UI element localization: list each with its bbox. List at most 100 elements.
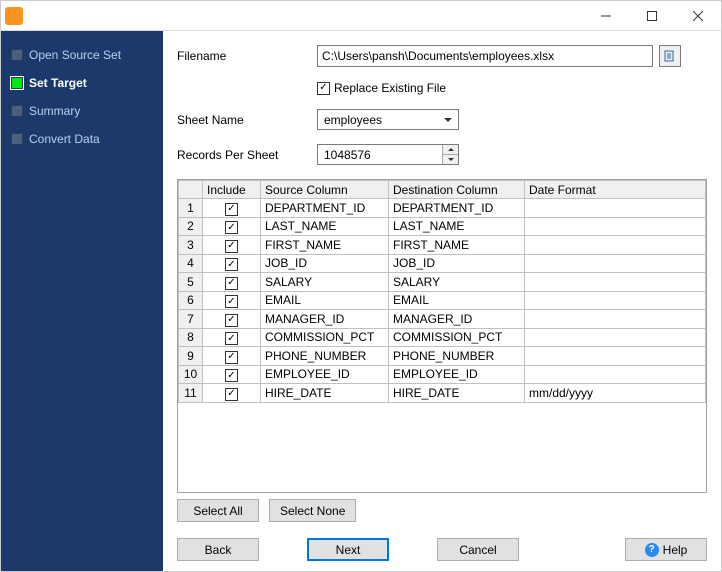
source-column-cell[interactable]: HIRE_DATE [261, 384, 389, 403]
select-none-button[interactable]: Select None [269, 499, 356, 522]
include-cell[interactable] [203, 291, 261, 310]
table-row[interactable]: 11HIRE_DATEHIRE_DATEmm/dd/yyyy [179, 384, 706, 403]
row-number: 8 [179, 328, 203, 347]
include-checkbox[interactable] [225, 369, 238, 382]
spinner-up[interactable] [443, 145, 458, 155]
date-format-cell[interactable] [525, 217, 706, 236]
source-column-cell[interactable]: MANAGER_ID [261, 310, 389, 329]
destination-column-cell[interactable]: HIRE_DATE [389, 384, 525, 403]
spinner-down[interactable] [443, 155, 458, 164]
table-row[interactable]: 9PHONE_NUMBERPHONE_NUMBER [179, 347, 706, 366]
include-cell[interactable] [203, 347, 261, 366]
filename-input[interactable] [317, 45, 653, 67]
date-format-cell[interactable] [525, 236, 706, 255]
include-checkbox[interactable] [225, 240, 238, 253]
source-column-cell[interactable]: SALARY [261, 273, 389, 292]
date-format-cell[interactable] [525, 291, 706, 310]
date-format-cell[interactable] [525, 310, 706, 329]
destination-column-cell[interactable]: FIRST_NAME [389, 236, 525, 255]
destination-column-cell[interactable]: SALARY [389, 273, 525, 292]
grid-corner [179, 181, 203, 199]
date-format-cell[interactable]: mm/dd/yyyy [525, 384, 706, 403]
include-cell[interactable] [203, 365, 261, 384]
destination-column-cell[interactable]: COMMISSION_PCT [389, 328, 525, 347]
nav-item-convert-data[interactable]: Convert Data [11, 125, 163, 153]
include-checkbox[interactable] [225, 295, 238, 308]
row-number: 10 [179, 365, 203, 384]
maximize-button[interactable] [629, 1, 675, 31]
include-checkbox[interactable] [225, 203, 238, 216]
table-row[interactable]: 4JOB_IDJOB_ID [179, 254, 706, 273]
destination-column-cell[interactable]: LAST_NAME [389, 217, 525, 236]
destination-column-cell[interactable]: JOB_ID [389, 254, 525, 273]
minimize-button[interactable] [583, 1, 629, 31]
destination-column-cell[interactable]: EMPLOYEE_ID [389, 365, 525, 384]
table-row[interactable]: 5SALARYSALARY [179, 273, 706, 292]
include-checkbox[interactable] [225, 277, 238, 290]
source-column-cell[interactable]: JOB_ID [261, 254, 389, 273]
include-cell[interactable] [203, 384, 261, 403]
table-row[interactable]: 8 COMMISSION_PCTCOMMISSION_PCT [179, 328, 706, 347]
include-checkbox[interactable] [225, 351, 238, 364]
cancel-button[interactable]: Cancel [437, 538, 519, 561]
include-cell[interactable] [203, 328, 261, 347]
table-row[interactable]: 7MANAGER_IDMANAGER_ID [179, 310, 706, 329]
source-column-cell[interactable]: PHONE_NUMBER [261, 347, 389, 366]
next-button[interactable]: Next [307, 538, 389, 561]
sheet-name-select[interactable]: employees [317, 109, 459, 130]
columns-grid: Include Source Column Destination Column… [177, 179, 707, 493]
date-format-cell[interactable] [525, 347, 706, 366]
row-number: 2 [179, 217, 203, 236]
source-column-cell[interactable]: EMPLOYEE_ID [261, 365, 389, 384]
col-header-date-format[interactable]: Date Format [525, 181, 706, 199]
row-number: 1 [179, 199, 203, 218]
include-cell[interactable] [203, 273, 261, 292]
browse-button[interactable] [659, 45, 681, 67]
destination-column-cell[interactable]: PHONE_NUMBER [389, 347, 525, 366]
include-checkbox[interactable] [225, 258, 238, 271]
date-format-cell[interactable] [525, 273, 706, 292]
table-row[interactable]: 10 EMPLOYEE_IDEMPLOYEE_ID [179, 365, 706, 384]
source-column-cell[interactable]: FIRST_NAME [261, 236, 389, 255]
help-button[interactable]: ? Help [625, 538, 707, 561]
nav-item-summary[interactable]: Summary [11, 97, 163, 125]
close-button[interactable] [675, 1, 721, 31]
destination-column-cell[interactable]: DEPARTMENT_ID [389, 199, 525, 218]
back-button[interactable]: Back [177, 538, 259, 561]
sheet-name-value: employees [324, 113, 382, 127]
col-header-source[interactable]: Source Column [261, 181, 389, 199]
records-per-sheet-input[interactable] [318, 145, 442, 164]
include-checkbox[interactable] [225, 388, 238, 401]
select-all-button[interactable]: Select All [177, 499, 259, 522]
table-row[interactable]: 2 LAST_NAMELAST_NAME [179, 217, 706, 236]
records-per-sheet-spinner[interactable] [317, 144, 459, 165]
table-row[interactable]: 3FIRST_NAMEFIRST_NAME [179, 236, 706, 255]
date-format-cell[interactable] [525, 365, 706, 384]
destination-column-cell[interactable]: MANAGER_ID [389, 310, 525, 329]
table-row[interactable]: 6EMAILEMAIL [179, 291, 706, 310]
nav-item-set-target[interactable]: Set Target [11, 69, 163, 97]
include-cell[interactable] [203, 199, 261, 218]
include-cell[interactable] [203, 217, 261, 236]
include-checkbox[interactable] [225, 314, 238, 327]
include-cell[interactable] [203, 254, 261, 273]
date-format-cell[interactable] [525, 328, 706, 347]
replace-existing-checkbox[interactable] [317, 82, 330, 95]
destination-column-cell[interactable]: EMAIL [389, 291, 525, 310]
source-column-cell[interactable]: COMMISSION_PCT [261, 328, 389, 347]
include-cell[interactable] [203, 310, 261, 329]
date-format-cell[interactable] [525, 254, 706, 273]
nav-item-open-source-set[interactable]: Open Source Set [11, 41, 163, 69]
source-column-cell[interactable]: EMAIL [261, 291, 389, 310]
source-column-cell[interactable]: DEPARTMENT_ID [261, 199, 389, 218]
include-checkbox[interactable] [225, 221, 238, 234]
include-checkbox[interactable] [225, 332, 238, 345]
nav-step-icon [11, 49, 23, 61]
include-cell[interactable] [203, 236, 261, 255]
col-header-include[interactable]: Include [203, 181, 261, 199]
date-format-cell[interactable] [525, 199, 706, 218]
source-column-cell[interactable]: LAST_NAME [261, 217, 389, 236]
col-header-destination[interactable]: Destination Column [389, 181, 525, 199]
table-row[interactable]: 1 DEPARTMENT_IDDEPARTMENT_ID [179, 199, 706, 218]
nav-step-icon [11, 105, 23, 117]
